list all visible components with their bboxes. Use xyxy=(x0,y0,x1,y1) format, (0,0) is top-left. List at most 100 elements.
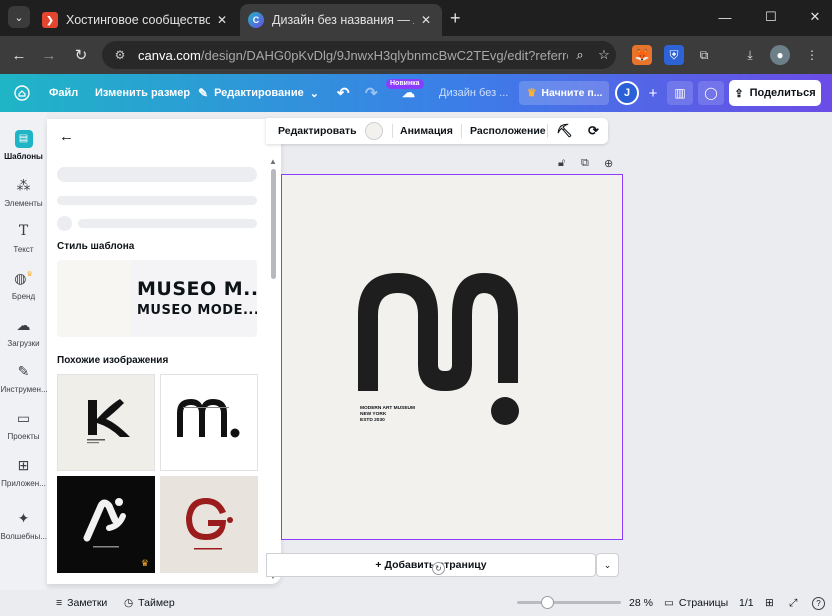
canva-icon: C xyxy=(248,12,264,28)
add-page-button[interactable]: + Добавить страницу xyxy=(266,553,596,577)
pencil-icon: ✎ xyxy=(198,86,209,100)
uploads-icon: ☁ xyxy=(16,316,31,333)
extensions-puzzle-icon[interactable]: ⧉ xyxy=(694,45,714,65)
color-picker[interactable] xyxy=(365,122,383,140)
refresh-icon[interactable]: ↻ xyxy=(432,562,445,575)
pages-button[interactable]: ▭ Страницы xyxy=(664,590,728,616)
home-icon[interactable] xyxy=(14,74,30,112)
add-page-icon[interactable]: ⊕ xyxy=(604,157,613,170)
share-label: Поделиться xyxy=(749,87,816,99)
left-rail: ▤ Шаблоны ⁂ Элементы T Текст ◍♛ Бренд ☁ … xyxy=(0,112,47,590)
timer-icon: ◷ xyxy=(124,597,134,609)
back-arrow-icon[interactable]: ← xyxy=(59,128,74,145)
zoom-icon[interactable]: ⌕ xyxy=(568,47,592,63)
chevron-down-icon[interactable]: ⌄ xyxy=(596,553,619,577)
zoom-slider-handle[interactable] xyxy=(541,596,554,609)
design-title[interactable]: Дизайн без ... xyxy=(439,74,508,112)
start-trial-button[interactable]: ♛ Начните п... xyxy=(519,81,609,105)
rail-label: Текст xyxy=(13,244,34,254)
duplicate-page-icon[interactable]: ⧉ xyxy=(581,157,589,170)
forward-icon[interactable]: → xyxy=(38,44,60,66)
download-icon[interactable]: ⤓ xyxy=(740,45,760,65)
undo-icon[interactable]: ↶ xyxy=(337,74,350,112)
rail-item-apps[interactable]: ⊞ Приложен... xyxy=(0,449,47,495)
profile-avatar[interactable]: ● xyxy=(770,45,790,65)
similar-thumbnail[interactable] xyxy=(160,476,258,573)
site-settings-icon[interactable]: ⚙ xyxy=(112,47,128,63)
analytics-icon[interactable]: ▥ xyxy=(667,81,693,105)
paint-format-icon[interactable]: ⛏ xyxy=(556,118,573,144)
similar-thumbnail[interactable] xyxy=(57,374,155,471)
resize-button[interactable]: Изменить размер xyxy=(95,74,190,112)
browser-tab-timeweb[interactable]: ❯ Хостинговое сообщество «Tim ✕ xyxy=(34,4,238,36)
more-menu-icon[interactable]: ⋮ xyxy=(802,45,822,65)
zoom-value[interactable]: 28 % xyxy=(629,590,653,616)
similar-thumbnail[interactable]: ♛ xyxy=(57,476,155,573)
style-heading: Стиль шаблона xyxy=(57,241,135,252)
magic-icon: ✦ xyxy=(17,509,30,526)
template-style-card[interactable]: MUSEO M... MUSEO MODE... xyxy=(57,260,257,337)
similar-thumbnail[interactable] xyxy=(160,374,258,471)
logo-caption[interactable]: MODERN ART MUSEUM NEW YORK ESTD 2030 xyxy=(360,406,415,424)
page-count: 1/1 xyxy=(739,597,754,609)
rail-item-projects[interactable]: ▭ Проекты xyxy=(0,402,47,448)
rail-item-brand[interactable]: ◍♛ Бренд xyxy=(0,262,47,308)
new-tab-button[interactable]: + xyxy=(450,8,461,29)
extension-fox-icon[interactable]: 🦊 xyxy=(632,45,652,65)
scroll-up-icon[interactable]: ▲ xyxy=(269,157,277,166)
back-icon[interactable]: ← xyxy=(8,44,30,66)
reload-icon[interactable]: ↻ xyxy=(70,44,92,66)
rail-label: Элементы xyxy=(4,198,43,208)
rail-label: Проекты xyxy=(7,431,40,441)
timer-button[interactable]: ◷ Таймер xyxy=(124,590,175,616)
timer-label: Таймер xyxy=(138,597,175,609)
position-button[interactable]: Расположение xyxy=(470,118,546,144)
editing-mode-button[interactable]: ✎ Редактирование ⌄ xyxy=(198,74,319,112)
lock-icon[interactable]: 🔓︎ xyxy=(558,157,565,170)
close-icon[interactable]: ✕ xyxy=(418,12,434,28)
notes-button[interactable]: ≡ Заметки xyxy=(56,590,107,616)
rail-label: Приложен... xyxy=(1,478,46,488)
file-menu[interactable]: Файл xyxy=(49,74,78,112)
panel-scrollbar[interactable] xyxy=(271,169,276,279)
projects-icon: ▭ xyxy=(16,409,31,426)
extension-shield-icon[interactable]: ⛨ xyxy=(664,45,684,65)
fullscreen-icon[interactable]: ⤢ xyxy=(789,590,797,616)
loading-placeholder xyxy=(57,167,257,182)
rail-item-text[interactable]: T Текст xyxy=(0,215,47,261)
zoom-slider[interactable] xyxy=(517,601,621,604)
museum-logo-graphic[interactable] xyxy=(358,273,522,427)
add-collaborator-icon[interactable]: + xyxy=(640,81,666,105)
share-button[interactable]: ⇪ Поделиться xyxy=(729,80,821,106)
elements-icon: ⁂ xyxy=(16,176,31,193)
more-options-icon[interactable]: ⟳ xyxy=(588,118,599,144)
minimize-icon[interactable]: — xyxy=(710,6,740,28)
maximize-icon[interactable]: ☐ xyxy=(756,6,786,28)
edit-button[interactable]: Редактировать xyxy=(278,118,357,144)
apps-icon: ⊞ xyxy=(17,456,30,473)
rail-item-templates[interactable]: ▤ Шаблоны xyxy=(0,122,47,168)
rail-item-tools[interactable]: ✎ Инструмен... xyxy=(0,355,47,401)
m-logo-image xyxy=(177,399,240,438)
g-logo-image xyxy=(186,498,233,550)
redo-icon[interactable]: ↷ xyxy=(365,74,378,112)
tab-search-button[interactable]: ⌄ xyxy=(8,6,30,28)
k-logo-image xyxy=(87,399,130,444)
similar-heading: Похожие изображения xyxy=(57,355,169,366)
browser-tab-canva[interactable]: C Дизайн без названия — Логот ✕ xyxy=(240,4,442,36)
help-button[interactable]: ? xyxy=(812,590,825,616)
close-icon[interactable]: ✕ xyxy=(214,12,230,28)
text-icon: T xyxy=(18,222,29,239)
address-bar[interactable]: ⚙ canva.com/design/DAHG0pKvDlg/9JnwxH3ql… xyxy=(102,41,616,69)
rail-item-magic[interactable]: ✦ Волшебны... xyxy=(0,502,47,548)
editing-label: Редактирование xyxy=(214,87,304,99)
close-window-icon[interactable]: ✕ xyxy=(800,6,830,28)
comment-icon[interactable]: ◯ xyxy=(698,81,724,105)
grid-view-icon[interactable]: ⊞ xyxy=(765,590,774,616)
divider xyxy=(547,124,548,138)
avatar[interactable]: J xyxy=(615,81,639,105)
rail-item-elements[interactable]: ⁂ Элементы xyxy=(0,169,47,215)
bookmark-star-icon[interactable]: ☆ xyxy=(592,47,616,63)
animation-button[interactable]: Анимация xyxy=(400,118,453,144)
rail-item-uploads[interactable]: ☁ Загрузки xyxy=(0,309,47,355)
